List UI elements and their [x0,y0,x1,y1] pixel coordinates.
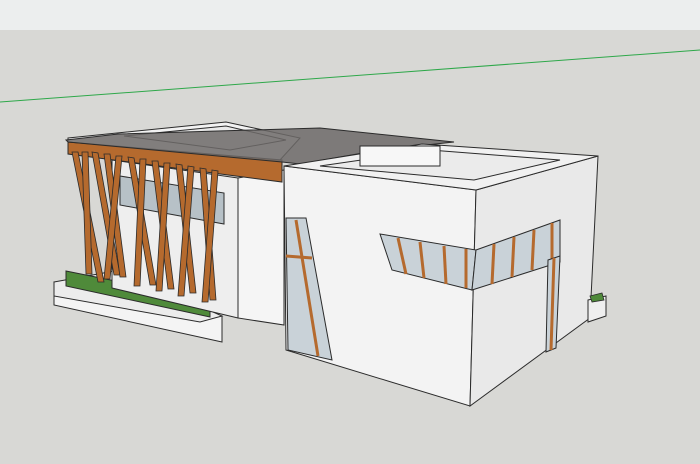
horizon-line [0,49,700,103]
skylight [359,145,441,167]
entrance-transom [285,254,313,260]
model-viewport[interactable] [0,0,700,464]
left-block-side [237,169,285,326]
house-model-icon[interactable] [0,0,700,464]
right-hedge [589,292,605,303]
